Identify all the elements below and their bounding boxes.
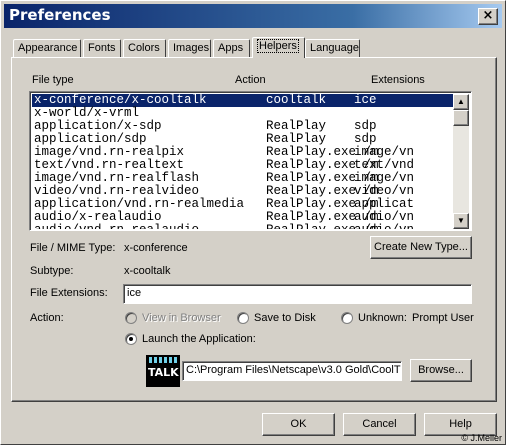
chevron-down-icon: ▼: [457, 216, 465, 225]
view-in-browser-label: View in Browser: [142, 312, 221, 324]
helpers-list[interactable]: x-conference/x-cooltalk cooltalk ice x-worl…: [29, 91, 472, 231]
column-header-action: Action: [235, 74, 266, 86]
save-to-disk-label[interactable]: Save to Disk: [254, 312, 316, 324]
mime-type-value: x-conference: [124, 242, 188, 254]
scroll-down-button[interactable]: ▼: [453, 213, 469, 229]
subtype-value: x-cooltalk: [124, 265, 171, 277]
action-label: Action:: [30, 312, 64, 324]
copyright-watermark: © J.Meller: [461, 433, 502, 443]
unknown-label[interactable]: Unknown:: [358, 312, 407, 324]
column-header-file-type: File type: [32, 74, 74, 86]
close-button[interactable]: ×: [478, 8, 498, 25]
cancel-button[interactable]: Cancel: [343, 413, 416, 436]
cooltalk-icon-lettering: TALK: [148, 366, 179, 379]
scroll-up-button[interactable]: ▲: [453, 94, 469, 110]
application-path-field[interactable]: C:\Program Files\Netscape\v3.0 Gold\Cool…: [182, 361, 402, 381]
window-title: Preferences: [9, 6, 111, 24]
launch-application-radio[interactable]: [125, 333, 137, 345]
file-type-cell: audio/vnd.rn-realaudio: [34, 224, 199, 230]
cooltalk-app-icon: TALK: [146, 355, 180, 387]
tab-colors[interactable]: Colors: [123, 39, 166, 57]
tab-fonts[interactable]: Fonts: [83, 39, 121, 57]
view-in-browser-radio: [125, 312, 137, 324]
file-extensions-label: File Extensions:: [30, 287, 108, 299]
tab-language[interactable]: Language: [305, 39, 360, 57]
helpers-list-rows: x-conference/x-cooltalk cooltalk ice x-worl…: [32, 94, 454, 229]
mime-type-label: File / MIME Type:: [30, 242, 116, 254]
title-bar[interactable]: Preferences ×: [4, 4, 502, 28]
preferences-dialog: Preferences × Appearance Fonts Colors Im…: [0, 0, 506, 445]
cooltalk-icon-strip: [149, 357, 177, 363]
unknown-prompt-user-radio[interactable]: [341, 312, 353, 324]
subtype-label: Subtype:: [30, 265, 74, 277]
ok-button[interactable]: OK: [262, 413, 335, 436]
launch-application-label[interactable]: Launch the Application:: [142, 333, 256, 345]
list-scrollbar[interactable]: ▲ ▼: [453, 94, 469, 229]
browse-button[interactable]: Browse...: [410, 359, 472, 382]
file-extensions-field[interactable]: ice: [123, 284, 472, 304]
scroll-thumb[interactable]: [453, 110, 469, 126]
prompt-user-label[interactable]: Prompt User: [412, 312, 474, 324]
tab-appearance[interactable]: Appearance: [13, 39, 81, 57]
tab-images[interactable]: Images: [168, 39, 211, 57]
extensions-cell: ice: [354, 94, 377, 107]
extensions-cell: audio/vn: [354, 224, 414, 230]
tab-apps[interactable]: Apps: [213, 39, 250, 57]
create-new-type-button[interactable]: Create New Type...: [370, 236, 472, 259]
save-to-disk-radio[interactable]: [237, 312, 249, 324]
close-icon: ×: [482, 8, 494, 23]
list-item[interactable]: audio/vnd.rn-realaudioRealPlay.exe /maud…: [32, 224, 454, 230]
tab-helpers[interactable]: Helpers: [252, 37, 305, 58]
chevron-up-icon: ▲: [457, 97, 465, 106]
action-cell: cooltalk: [266, 94, 327, 107]
column-header-extensions: Extensions: [371, 74, 425, 86]
